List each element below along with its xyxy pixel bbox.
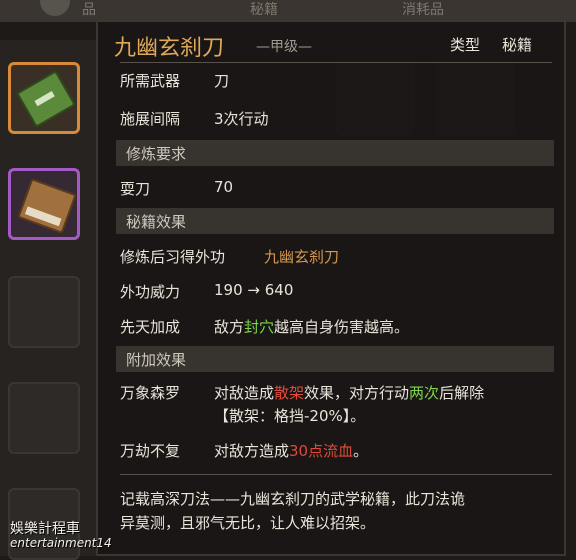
interval-label: 施展间隔 — [120, 110, 181, 128]
scroll-book-icon — [17, 178, 77, 234]
innate-post: 越高自身伤害越高。 — [274, 318, 410, 336]
skill-label: 耍刀 — [120, 180, 151, 198]
effects-header: 秘籍效果 — [116, 208, 554, 234]
effects-header-label: 秘籍效果 — [126, 213, 187, 231]
innate-text: 敌方封穴越高自身伤害越高。 — [214, 316, 409, 337]
learn-value: 九幽玄刹刀 — [264, 248, 340, 266]
e2-highlight: 30点流血 — [289, 442, 354, 460]
weapon-value: 刀 — [214, 72, 230, 90]
innate-pre: 敌方 — [214, 318, 245, 336]
extra-effect-1-label: 万象森罗 — [120, 384, 181, 402]
green-book-icon — [16, 70, 76, 128]
item-grade: —甲级— — [256, 39, 312, 55]
item-title: 九幽玄刹刀 — [114, 36, 225, 61]
power-label: 外功威力 — [120, 283, 181, 301]
type-value: 秘籍 — [502, 36, 533, 54]
inventory-slot-empty[interactable] — [8, 276, 80, 348]
extra-effect-1-text: 对敌造成散架效果，对方行动两次后解除 — [214, 382, 484, 403]
inventory-slot[interactable] — [8, 168, 80, 240]
extra-header: 附加效果 — [116, 346, 554, 372]
watermark-line-2: entertainment14 — [10, 536, 112, 550]
e1-mid: 效果，对方行动 — [304, 384, 410, 402]
divider — [120, 62, 552, 63]
tab-manual[interactable]: 秘籍 — [250, 0, 278, 22]
description-line-1: 记载高深刀法——九幽玄刹刀的武学秘籍，此刀法诡 — [120, 490, 466, 508]
e1-highlight: 散架 — [274, 384, 305, 402]
divider — [120, 474, 552, 475]
e1-highlight-2: 两次 — [409, 384, 440, 402]
e1-post: 后解除 — [439, 384, 485, 402]
inventory-slot-empty[interactable] — [8, 382, 80, 454]
extra-effect-2-text: 对敌方造成30点流血。 — [214, 440, 368, 461]
description-line-2: 异莫测，且邪气无比，让人难以招架。 — [120, 514, 376, 532]
requirements-header-label: 修炼要求 — [126, 145, 187, 163]
e2-post: 。 — [353, 442, 369, 460]
item-tooltip: 九幽玄刹刀 —甲级— 类型 秘籍 所需武器 刀 施展间隔 3次行动 修炼要求 耍… — [96, 20, 566, 556]
e1-pre: 对敌造成 — [214, 384, 275, 402]
interval-value: 3次行动 — [214, 110, 269, 128]
tab-items[interactable]: 品 — [82, 0, 96, 22]
innate-label: 先天加成 — [120, 318, 181, 336]
extra-effect-2-label: 万劫不复 — [120, 442, 181, 460]
extra-effect-1-line2: 【散架：格挡-20%】。 — [214, 407, 366, 425]
requirements-header: 修炼要求 — [116, 140, 554, 166]
e2-pre: 对敌方造成 — [214, 442, 290, 460]
weapon-label: 所需武器 — [120, 72, 181, 90]
skill-value: 70 — [214, 178, 234, 196]
inventory-slot-selected[interactable] — [8, 62, 80, 134]
innate-highlight: 封穴 — [244, 318, 275, 336]
extra-header-label: 附加效果 — [126, 351, 187, 369]
tab-consumables[interactable]: 消耗品 — [402, 0, 444, 22]
inventory-sidebar — [0, 40, 96, 560]
learn-label: 修炼后习得外功 — [120, 248, 226, 266]
type-label: 类型 — [450, 36, 481, 54]
watermark-line-1: 娛樂計程車 — [10, 521, 80, 537]
power-value: 190 → 640 — [214, 281, 294, 299]
